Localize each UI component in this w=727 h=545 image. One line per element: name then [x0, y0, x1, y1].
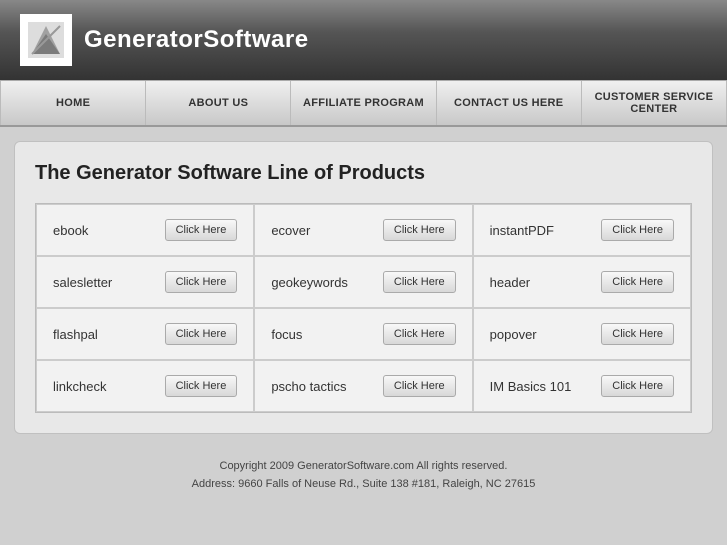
product-cell-im-basics-101: IM Basics 101 Click Here: [473, 360, 691, 412]
click-btn-popover[interactable]: Click Here: [601, 323, 674, 345]
site-footer: Copyright 2009 GeneratorSoftware.com All…: [0, 448, 727, 503]
click-btn-salesletter[interactable]: Click Here: [165, 271, 238, 293]
page-title: The Generator Software Line of Products: [35, 162, 692, 185]
product-cell-linkcheck: linkcheck Click Here: [36, 360, 254, 412]
logo-icon: [20, 14, 72, 66]
product-cell-ebook: ebook Click Here: [36, 204, 254, 256]
click-btn-geokeywords[interactable]: Click Here: [383, 271, 456, 293]
click-btn-header[interactable]: Click Here: [601, 271, 674, 293]
nav-contact[interactable]: CONTACT US HERE: [437, 81, 582, 125]
product-grid: ebook Click Here ecover Click Here insta…: [35, 203, 692, 413]
click-btn-flashpal[interactable]: Click Here: [165, 323, 238, 345]
product-name-pscho-tactics: pscho tactics: [271, 379, 346, 394]
product-name-popover: popover: [490, 327, 537, 342]
product-name-instantpdf: instantPDF: [490, 223, 554, 238]
nav-about[interactable]: ABOUT US: [146, 81, 291, 125]
product-name-geokeywords: geokeywords: [271, 275, 348, 290]
click-btn-linkcheck[interactable]: Click Here: [165, 375, 238, 397]
footer-line2: Address: 9660 Falls of Neuse Rd., Suite …: [10, 476, 717, 494]
click-btn-focus[interactable]: Click Here: [383, 323, 456, 345]
footer-line1: Copyright 2009 GeneratorSoftware.com All…: [10, 458, 717, 476]
product-name-linkcheck: linkcheck: [53, 379, 106, 394]
click-btn-instantpdf[interactable]: Click Here: [601, 219, 674, 241]
click-btn-im-basics-101[interactable]: Click Here: [601, 375, 674, 397]
product-cell-popover: popover Click Here: [473, 308, 691, 360]
main-nav: HOME ABOUT US AFFILIATE PROGRAM CONTACT …: [0, 80, 727, 127]
product-name-ecover: ecover: [271, 223, 310, 238]
click-btn-ebook[interactable]: Click Here: [165, 219, 238, 241]
product-cell-flashpal: flashpal Click Here: [36, 308, 254, 360]
nav-affiliate[interactable]: AFFILIATE PROGRAM: [291, 81, 436, 125]
site-logo-text: GeneratorSoftware: [84, 26, 309, 54]
nav-home[interactable]: HOME: [0, 81, 146, 125]
click-btn-pscho-tactics[interactable]: Click Here: [383, 375, 456, 397]
product-cell-pscho-tactics: pscho tactics Click Here: [254, 360, 472, 412]
product-cell-geokeywords: geokeywords Click Here: [254, 256, 472, 308]
product-cell-header: header Click Here: [473, 256, 691, 308]
site-header: GeneratorSoftware: [0, 0, 727, 80]
product-name-ebook: ebook: [53, 223, 88, 238]
product-cell-ecover: ecover Click Here: [254, 204, 472, 256]
main-content: The Generator Software Line of Products …: [14, 141, 713, 434]
product-cell-focus: focus Click Here: [254, 308, 472, 360]
product-name-flashpal: flashpal: [53, 327, 98, 342]
nav-customer-service[interactable]: CUSTOMER SERVICE CENTER: [582, 81, 727, 125]
product-name-header: header: [490, 275, 530, 290]
product-name-im-basics-101: IM Basics 101: [490, 379, 572, 394]
click-btn-ecover[interactable]: Click Here: [383, 219, 456, 241]
product-name-focus: focus: [271, 327, 302, 342]
product-cell-instantpdf: instantPDF Click Here: [473, 204, 691, 256]
product-cell-salesletter: salesletter Click Here: [36, 256, 254, 308]
product-name-salesletter: salesletter: [53, 275, 112, 290]
